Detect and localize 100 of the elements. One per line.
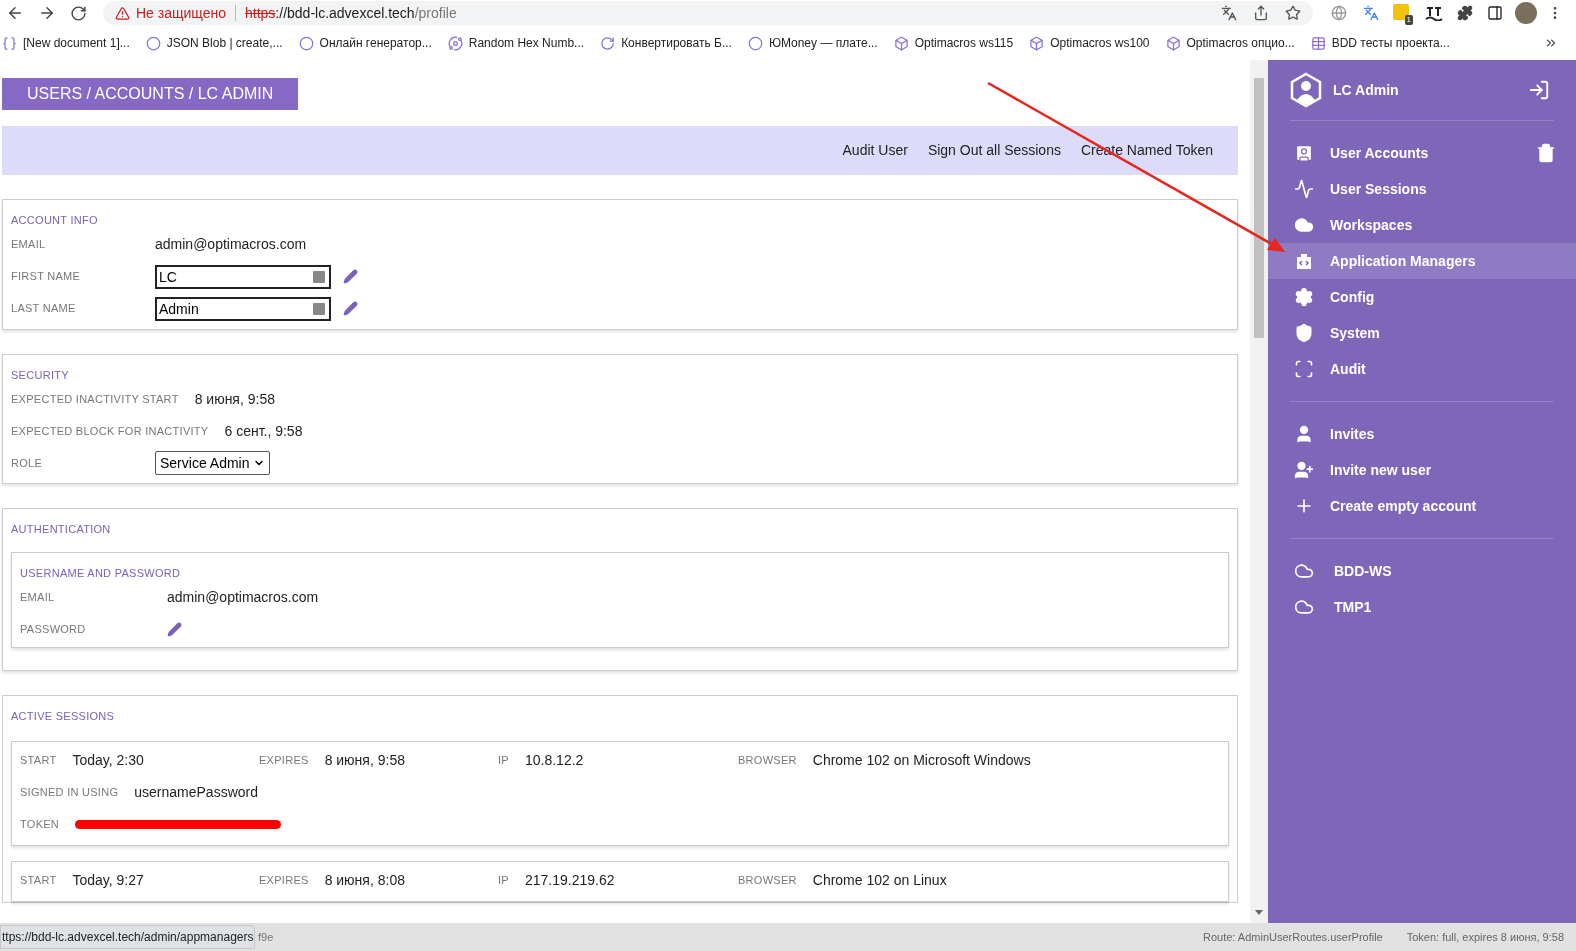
bookmark[interactable]: Optimacros ws100 bbox=[1029, 34, 1150, 52]
globe-icon[interactable] bbox=[1331, 5, 1347, 21]
bookmark[interactable]: BDD тесты проекта... bbox=[1310, 34, 1450, 52]
extension-icon[interactable] bbox=[1393, 4, 1409, 20]
edit-icon[interactable] bbox=[343, 269, 358, 284]
bookmark[interactable]: Онлайн генератор... bbox=[298, 34, 432, 52]
text-field[interactable]: LC bbox=[155, 264, 331, 289]
section-title: USERNAME AND PASSWORD bbox=[20, 565, 182, 581]
text-field[interactable]: Admin bbox=[155, 296, 331, 321]
settings-icon bbox=[1294, 287, 1314, 307]
nav-item[interactable]: System bbox=[1268, 315, 1576, 351]
more-bookmarks-icon[interactable] bbox=[1544, 36, 1558, 50]
field-label: EMAIL bbox=[20, 589, 56, 605]
extension-badge: 1 bbox=[1404, 15, 1413, 25]
field-value: admin@optimacros.com bbox=[167, 587, 319, 607]
field-label: START bbox=[20, 753, 57, 769]
route-label: Route: AdminUserRoutes.userProfile bbox=[1202, 929, 1383, 945]
contact-card-icon bbox=[1294, 143, 1314, 163]
translate-icon[interactable] bbox=[1221, 5, 1237, 21]
warning-icon bbox=[115, 5, 130, 21]
logout-icon[interactable] bbox=[1528, 79, 1550, 101]
nav-item[interactable]: Invite new user bbox=[1268, 452, 1576, 488]
nav-item[interactable]: Audit bbox=[1268, 351, 1576, 387]
link-preview: ttps://bdd-lc.advexcel.tech/admin/appmanagers bbox=[0, 925, 256, 949]
field-label: EXPECTED BLOCK FOR INACTIVITY bbox=[11, 423, 209, 439]
bookmark[interactable]: Optimacros опцио... bbox=[1165, 34, 1295, 52]
section-title: AUTHENTICATION bbox=[11, 522, 112, 537]
bookmark[interactable]: [New document 1]... bbox=[2, 34, 130, 52]
nav-item[interactable]: User Accounts bbox=[1268, 135, 1576, 171]
field-label: FIRST NAME bbox=[11, 269, 82, 285]
bookmark[interactable]: JSON Blob | create,... bbox=[145, 34, 283, 52]
nav-item[interactable]: Application Managers bbox=[1268, 243, 1576, 279]
token-label: Token: full, expires 8 июня, 9:58 bbox=[1406, 929, 1564, 945]
nav-item[interactable]: Invites bbox=[1268, 416, 1576, 452]
nav-item[interactable]: TMP1 bbox=[1268, 589, 1576, 625]
field-label: START bbox=[20, 873, 57, 889]
forward-icon[interactable] bbox=[38, 4, 56, 22]
share-icon[interactable] bbox=[1253, 5, 1269, 21]
bookmark-icon bbox=[298, 35, 314, 51]
trend-line-icon bbox=[1294, 179, 1314, 199]
bookmark-star-icon[interactable] bbox=[1285, 5, 1301, 21]
field-label: TOKEN bbox=[20, 817, 60, 833]
nav-item[interactable]: Workspaces bbox=[1268, 207, 1576, 243]
bookmark[interactable]: Random Hex Numb... bbox=[447, 34, 585, 52]
shield-icon bbox=[1294, 323, 1314, 343]
nav-item[interactable]: BDD-WS bbox=[1268, 553, 1576, 589]
wave-extension-icon[interactable] bbox=[1425, 5, 1443, 21]
field-label: EXPIRES bbox=[259, 753, 309, 769]
bookmark[interactable]: ЮMoney — плате... bbox=[747, 34, 878, 52]
field-value: Chrome 102 on Microsoft Windows bbox=[812, 751, 1031, 770]
bookmark-icon bbox=[2, 35, 17, 51]
corners-icon bbox=[1294, 359, 1314, 379]
field-label: EXPECTED INACTIVITY START bbox=[11, 391, 179, 407]
bookmark-icon bbox=[145, 35, 161, 51]
nav-item[interactable]: User Sessions bbox=[1268, 171, 1576, 207]
bookmark-icon bbox=[1029, 35, 1045, 51]
action-link[interactable]: Audit User bbox=[842, 140, 908, 161]
field-value: 6 сент., 9:58 bbox=[224, 421, 303, 441]
field-label: BROWSER bbox=[738, 873, 797, 889]
cloud-outline-icon bbox=[1294, 561, 1314, 581]
field-value: admin@optimacros.com bbox=[155, 235, 307, 254]
field-label: IP bbox=[498, 873, 509, 889]
edit-icon[interactable] bbox=[343, 301, 358, 316]
section-title: ACTIVE SESSIONS bbox=[11, 709, 116, 724]
bookmark[interactable]: Конвертировать Б... bbox=[600, 34, 732, 52]
user-avatar-icon bbox=[1289, 72, 1323, 108]
breadcrumb: USERS / ACCOUNTS / LC ADMIN bbox=[2, 78, 299, 110]
field-label: ROLE bbox=[11, 455, 44, 471]
field-value: 8 июня, 9:58 bbox=[324, 751, 405, 770]
user-name: LC Admin bbox=[1333, 80, 1399, 100]
translate-extension-icon[interactable] bbox=[1363, 5, 1379, 21]
edit-icon[interactable] bbox=[167, 621, 182, 637]
person-icon bbox=[1294, 424, 1314, 444]
nav-item[interactable]: Create empty account bbox=[1268, 488, 1576, 524]
scrollbar[interactable] bbox=[1250, 60, 1268, 923]
code-briefcase-icon bbox=[1294, 251, 1314, 271]
section-title: ACCOUNT INFO bbox=[11, 213, 99, 228]
field-label: LAST NAME bbox=[11, 301, 77, 317]
address-bar[interactable]: Не защищено https://bdd-lc.advexcel.tech/profile bbox=[103, 1, 1313, 25]
side-panel-icon[interactable] bbox=[1487, 5, 1503, 21]
role-select[interactable]: Service Admin bbox=[155, 451, 271, 475]
reload-icon[interactable] bbox=[70, 4, 87, 22]
hidden-fragment: f9e bbox=[258, 929, 274, 945]
nav-item[interactable]: Config bbox=[1268, 279, 1576, 315]
bookmark-icon bbox=[747, 35, 763, 51]
back-icon[interactable] bbox=[6, 4, 24, 22]
bookmark[interactable]: Optimacros ws115 bbox=[893, 34, 1014, 52]
field-value: 8 июня, 8:08 bbox=[324, 871, 405, 890]
field-label: EMAIL bbox=[11, 237, 47, 253]
bookmark-icon bbox=[600, 35, 616, 51]
field-value: usernamePassword bbox=[134, 783, 258, 802]
action-link[interactable]: Sign Out all Sessions bbox=[927, 140, 1061, 161]
field-label: PASSWORD bbox=[20, 621, 87, 637]
extensions-icon[interactable] bbox=[1457, 5, 1473, 21]
security-label: Не защищено bbox=[136, 3, 226, 23]
profile-avatar[interactable] bbox=[1515, 2, 1537, 24]
cloud-outline-icon bbox=[1294, 597, 1314, 617]
add-person-icon bbox=[1294, 460, 1314, 480]
field-value: Today, 2:30 bbox=[72, 751, 144, 770]
field-value: 217.19.219.62 bbox=[524, 871, 615, 890]
